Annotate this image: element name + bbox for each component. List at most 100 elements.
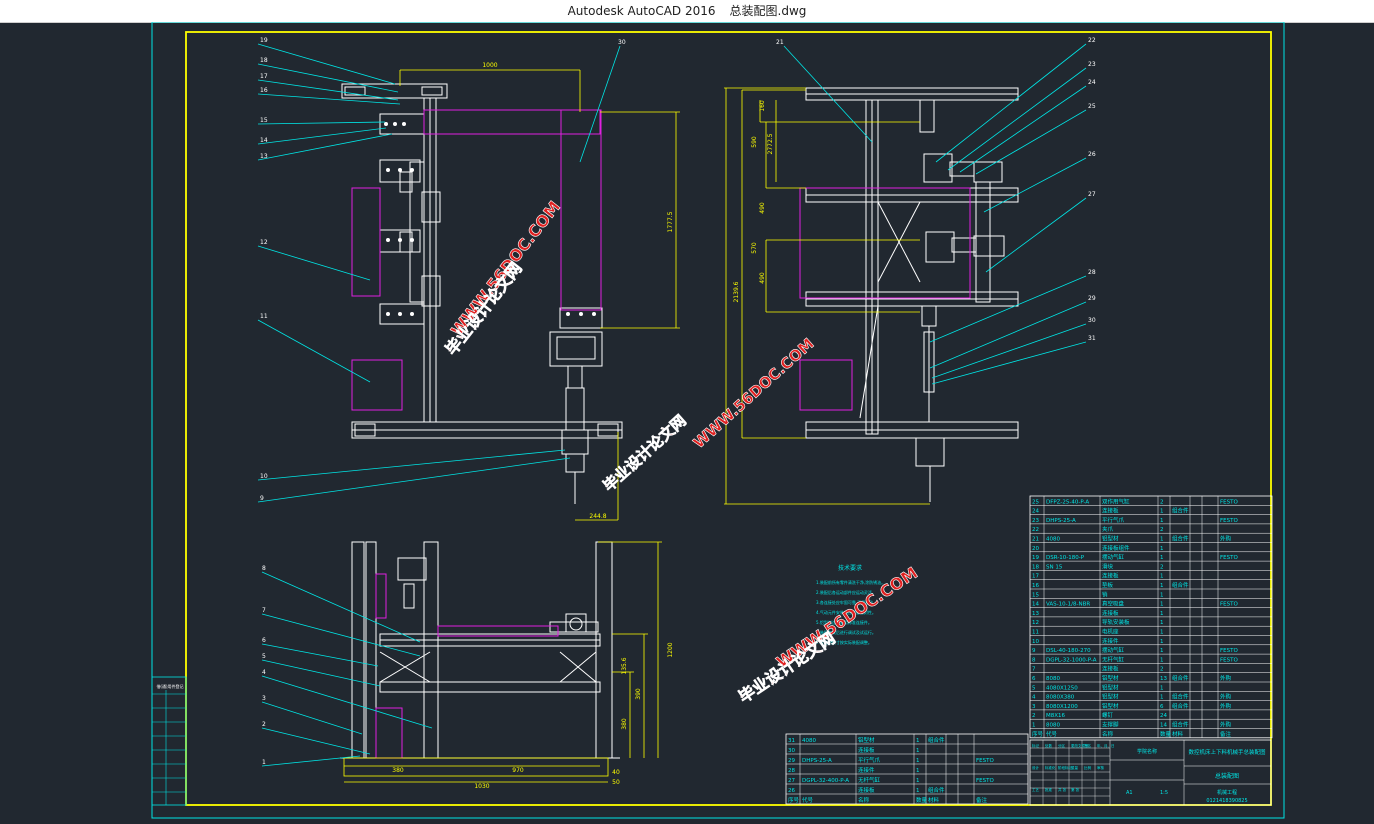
- balloon-number: 30: [1088, 317, 1096, 324]
- title-text: 数控机床上下料机械手总装配图: [1188, 748, 1266, 756]
- table-cell: 8080: [1046, 723, 1060, 729]
- dim-side-d: 490: [759, 202, 766, 214]
- leader-line: [257, 93, 401, 105]
- table-cell: 30: [788, 748, 795, 754]
- table-cell: 名称: [1102, 730, 1114, 738]
- table-cell: 组合件: [1172, 581, 1189, 589]
- leader-line: [947, 67, 1087, 171]
- table-cell: 代号: [802, 796, 814, 804]
- table-cell: FESTO: [1220, 499, 1238, 505]
- bottom-view-dims: [343, 541, 662, 783]
- balloon-number: 24: [1088, 79, 1096, 86]
- app-title: Autodesk AutoCAD 2016: [567, 4, 716, 18]
- table-cell: 支撑脚: [1102, 721, 1119, 729]
- bom-lower-table: 31 4080 铝型材 1 组合件 30 连接板 1 29 DHPS-25-A 平行气爪 1 FESTO…: [785, 733, 1029, 805]
- balloon-number: 21: [776, 39, 784, 46]
- table-cell: 1: [1160, 695, 1164, 701]
- table-cell: 组合件: [928, 786, 945, 794]
- table-cell: 28: [788, 768, 795, 774]
- table-cell: 连接板: [858, 746, 875, 754]
- table-cell: 4080X1250: [1046, 685, 1078, 691]
- table-cell: FESTO: [1220, 518, 1238, 524]
- balloon-number: 18: [260, 57, 268, 64]
- balloon-number: 31: [1088, 335, 1096, 342]
- table-cell: 3: [1032, 704, 1036, 710]
- table-cell: 21: [1032, 537, 1039, 543]
- table-cell: 9: [1032, 648, 1036, 654]
- table-cell: 外购: [1220, 693, 1232, 701]
- table-cell: 20: [1032, 546, 1039, 552]
- table-cell: 13: [1032, 611, 1039, 617]
- title-drawing-no: 总装配图: [1215, 772, 1239, 780]
- dim-bottom-h: 40: [612, 769, 620, 776]
- window-title-bar: Autodesk AutoCAD 2016 总装配图.dwg: [0, 0, 1374, 23]
- table-cell: 1: [1160, 648, 1164, 654]
- dim-bottom-c: 1030: [474, 783, 489, 790]
- table-cell: 组合件: [1172, 693, 1189, 701]
- title-label: 重量: [1071, 765, 1079, 770]
- table-cell: 1: [1032, 723, 1036, 729]
- table-cell: 备注: [1220, 730, 1232, 738]
- table-cell: M8X16: [1046, 713, 1066, 719]
- leader-line: [959, 85, 1087, 173]
- title-block: 标记 处数 分区 更改文件号签名 年、月、日设计 标准化 阶段标记 重量 比例 审核工艺 批准共 张…: [1029, 739, 1272, 806]
- balloon-number: 14: [260, 137, 268, 144]
- table-cell: 1: [1160, 555, 1164, 561]
- drawing-svg[interactable]: 借(通)用件登记 1000 1777.5 244.8 2139.6 160 59…: [0, 21, 1374, 820]
- table-cell: 连接板: [1102, 572, 1119, 580]
- table-cell: 1: [916, 748, 920, 754]
- title-company: 机械工程: [1217, 789, 1237, 796]
- balloon-number: 16: [260, 87, 268, 94]
- table-cell: 序号: [788, 796, 800, 804]
- table-cell: 1: [1160, 509, 1164, 515]
- leader-line: [261, 613, 421, 657]
- table-cell: SN 15: [1046, 564, 1063, 570]
- table-cell: 连接件: [1102, 637, 1119, 645]
- leader-line: [975, 109, 1087, 175]
- title-label: 共 张: [1058, 787, 1067, 792]
- leader-line: [257, 133, 393, 161]
- table-cell: 连接板: [1102, 507, 1119, 515]
- side-view-dims: [724, 87, 930, 505]
- dim-side-c: 2772.5: [767, 133, 774, 154]
- table-cell: DSL-40-180-270: [1046, 648, 1091, 654]
- table-cell: 6: [1032, 676, 1036, 682]
- table-cell: 29: [788, 758, 795, 764]
- table-cell: DGPL-32-400-P-A: [802, 778, 849, 784]
- table-cell: 摆动气缸: [1102, 646, 1125, 654]
- table-cell: 11: [1032, 630, 1039, 636]
- watermark-text: 毕业设计论文网: [442, 259, 526, 359]
- dim-bottom-e: 390: [635, 688, 642, 700]
- balloon-number: 12: [260, 239, 268, 246]
- leader-line: [931, 323, 1087, 379]
- title-label: 签名: [1084, 743, 1091, 748]
- title-sheet: A1: [1126, 790, 1133, 796]
- table-cell: 12: [1032, 620, 1039, 626]
- title-code: 0121418390825: [1206, 798, 1247, 804]
- balloon-number: 11: [260, 313, 268, 320]
- balloon-number: 3: [262, 695, 266, 702]
- balloon-number: 19: [260, 37, 268, 44]
- leader-line: [261, 659, 381, 687]
- table-cell: 8: [1032, 657, 1036, 663]
- dim-front-height: 1777.5: [667, 211, 674, 232]
- table-cell: 连接板组件: [1102, 544, 1130, 552]
- drawing-canvas[interactable]: 借(通)用件登记 1000 1777.5 244.8 2139.6 160 59…: [0, 21, 1374, 820]
- table-cell: FESTO: [1220, 648, 1238, 654]
- leader-line: [261, 643, 379, 667]
- leader-line: [983, 157, 1087, 213]
- table-cell: 连接板: [1102, 665, 1119, 673]
- balloon-number: 6: [262, 637, 266, 644]
- table-cell: 1: [1160, 630, 1164, 636]
- title-label: 标准化: [1045, 765, 1056, 770]
- table-cell: 1: [1160, 574, 1164, 580]
- dim-bottom-g: 1200: [667, 642, 674, 657]
- table-cell: 外购: [1220, 702, 1232, 710]
- leader-line: [985, 197, 1087, 273]
- table-cell: 4080: [802, 738, 816, 744]
- watermark-text: 毕业设计论文网: [735, 628, 838, 706]
- leader-lines: 19181716151413121110930 21 222324252627282…: [257, 37, 1096, 767]
- leader-line: [257, 79, 399, 101]
- balloon-number: 28: [1088, 269, 1096, 276]
- leader-line: [931, 341, 1087, 385]
